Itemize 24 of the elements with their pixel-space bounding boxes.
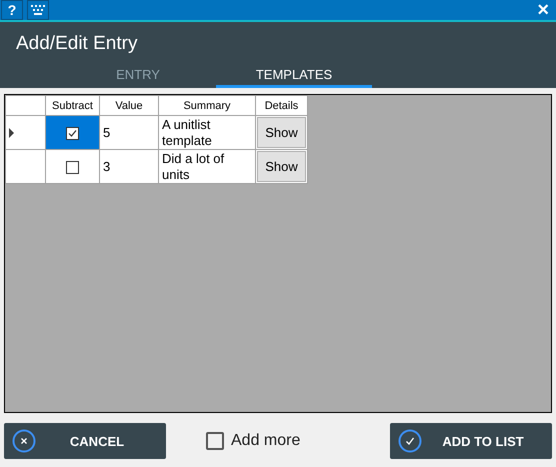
tab[interactable]: ENTRY: [60, 62, 216, 88]
table-cell: Did a lot of units: [158, 150, 256, 184]
column-header: Summary: [158, 96, 256, 116]
table-cell: 3: [100, 150, 158, 184]
keyboard-icon: [31, 5, 45, 15]
column-header: Details: [256, 96, 308, 116]
row-marker-icon: [9, 128, 14, 138]
add-more-checkbox[interactable]: Add more: [200, 431, 306, 451]
add-to-list-button[interactable]: ADD TO LIST: [390, 423, 552, 459]
column-header: Value: [100, 96, 158, 116]
help-button[interactable]: ?: [1, 0, 23, 20]
show-button[interactable]: Show: [257, 151, 306, 182]
keyboard-button[interactable]: [27, 0, 49, 20]
table-cell: 5: [100, 116, 158, 150]
checkbox[interactable]: [66, 161, 79, 174]
show-button[interactable]: Show: [257, 117, 306, 148]
close-button[interactable]: ×: [531, 1, 555, 19]
window-title: Add/Edit Entry: [15, 32, 138, 56]
check-icon: [398, 429, 422, 453]
cancel-button[interactable]: CANCEL: [4, 423, 166, 459]
tab[interactable]: TEMPLATES: [216, 62, 372, 88]
checkbox[interactable]: [66, 127, 79, 140]
table-cell: A unitlist template: [158, 116, 256, 150]
close-icon: [12, 429, 36, 453]
